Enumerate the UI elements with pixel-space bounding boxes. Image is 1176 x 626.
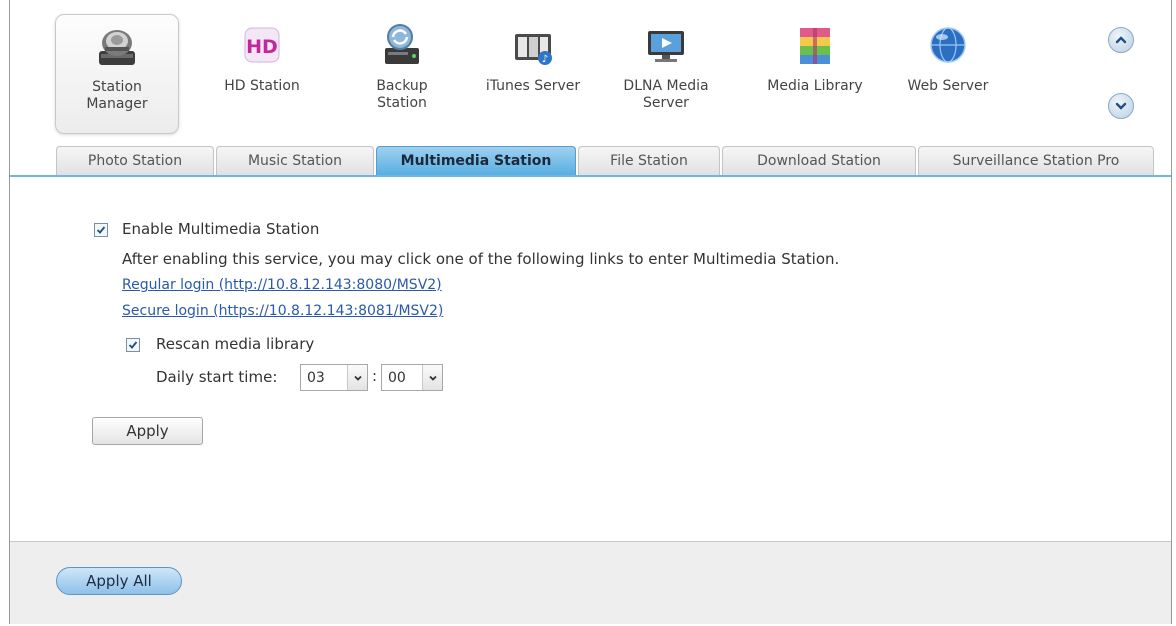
hd-station-icon: HD — [244, 27, 280, 63]
hour-select[interactable]: 03 — [300, 364, 368, 391]
app-bar: Station Manager HD HD Station Backup Sta… — [10, 0, 1171, 146]
checkmark-icon — [128, 341, 138, 349]
station-manager-icon — [99, 30, 135, 65]
time-separator: : — [372, 367, 378, 385]
backup-station-icon — [385, 24, 419, 64]
app-label-line1: HD Station — [224, 78, 300, 94]
app-web-server[interactable]: Web Server — [886, 14, 1010, 134]
dropdown-arrow — [422, 365, 442, 390]
hour-value: 03 — [307, 369, 325, 386]
chevron-up-icon — [1115, 36, 1127, 44]
scroll-up-button[interactable] — [1108, 27, 1134, 53]
minute-select[interactable]: 00 — [381, 364, 443, 391]
tab-file-station[interactable]: File Station — [578, 146, 720, 175]
app-station-manager[interactable]: Station Manager — [55, 14, 179, 134]
tab-multimedia-station[interactable]: Multimedia Station — [376, 146, 576, 175]
multimedia-station-settings: Enable Multimedia Station After enabling… — [10, 177, 1171, 541]
app-label-line2: Server — [643, 95, 689, 111]
apply-button[interactable]: Apply — [92, 417, 203, 445]
app-label-line1: Backup — [376, 78, 428, 94]
chevron-down-icon — [1115, 102, 1127, 110]
app-label-line1: Web Server — [907, 78, 989, 94]
app-label-line1: DLNA Media — [623, 78, 709, 94]
svg-text:HD: HD — [246, 36, 278, 58]
app-hd-station[interactable]: HD HD Station — [200, 14, 324, 134]
scroll-down-button[interactable] — [1108, 93, 1134, 119]
app-label-line2: Station — [377, 95, 427, 111]
app-label-line1: Station — [92, 79, 142, 95]
tab-download-station[interactable]: Download Station — [722, 146, 916, 175]
tab-strip: Photo Station Music Station Multimedia S… — [56, 146, 1156, 175]
service-description: After enabling this service, you may cli… — [122, 250, 840, 268]
tab-surveillance-station-pro[interactable]: Surveillance Station Pro — [918, 146, 1154, 175]
dropdown-arrow — [347, 365, 367, 390]
minute-value: 00 — [388, 369, 406, 386]
app-itunes-server[interactable]: ♪ iTunes Server — [471, 14, 595, 134]
settings-panel: Station Manager HD HD Station Backup Sta… — [9, 0, 1172, 624]
footer-bar: Apply All — [10, 541, 1171, 624]
app-dlna-media-server[interactable]: DLNA Media Server — [604, 14, 728, 134]
daily-start-time-label: Daily start time: — [156, 368, 278, 386]
checkmark-icon — [96, 226, 106, 234]
chevron-down-icon — [353, 375, 362, 381]
rescan-media-library-checkbox[interactable] — [126, 338, 140, 352]
itunes-server-icon: ♪ — [515, 34, 552, 65]
regular-login-link[interactable]: Regular login (http://10.8.12.143:8080/M… — [122, 277, 442, 293]
app-backup-station[interactable]: Backup Station — [340, 14, 464, 134]
enable-multimedia-station-checkbox[interactable] — [94, 223, 108, 237]
dlna-media-server-icon — [648, 31, 684, 62]
app-media-library[interactable]: Media Library — [753, 14, 877, 134]
apply-all-button[interactable]: Apply All — [56, 567, 182, 595]
app-label-line1: iTunes Server — [485, 78, 581, 94]
enable-multimedia-station-label: Enable Multimedia Station — [122, 220, 320, 238]
web-server-icon — [930, 27, 966, 63]
rescan-media-library-label: Rescan media library — [156, 335, 315, 353]
app-label-line2: Manager — [86, 96, 148, 112]
svg-text:♪: ♪ — [542, 54, 548, 65]
media-library-icon — [800, 28, 830, 64]
tab-photo-station[interactable]: Photo Station — [56, 146, 214, 175]
secure-login-link[interactable]: Secure login (https://10.8.12.143:8081/M… — [122, 303, 443, 319]
chevron-down-icon — [428, 375, 437, 381]
app-label-line1: Media Library — [767, 78, 863, 94]
tab-music-station[interactable]: Music Station — [216, 146, 374, 175]
